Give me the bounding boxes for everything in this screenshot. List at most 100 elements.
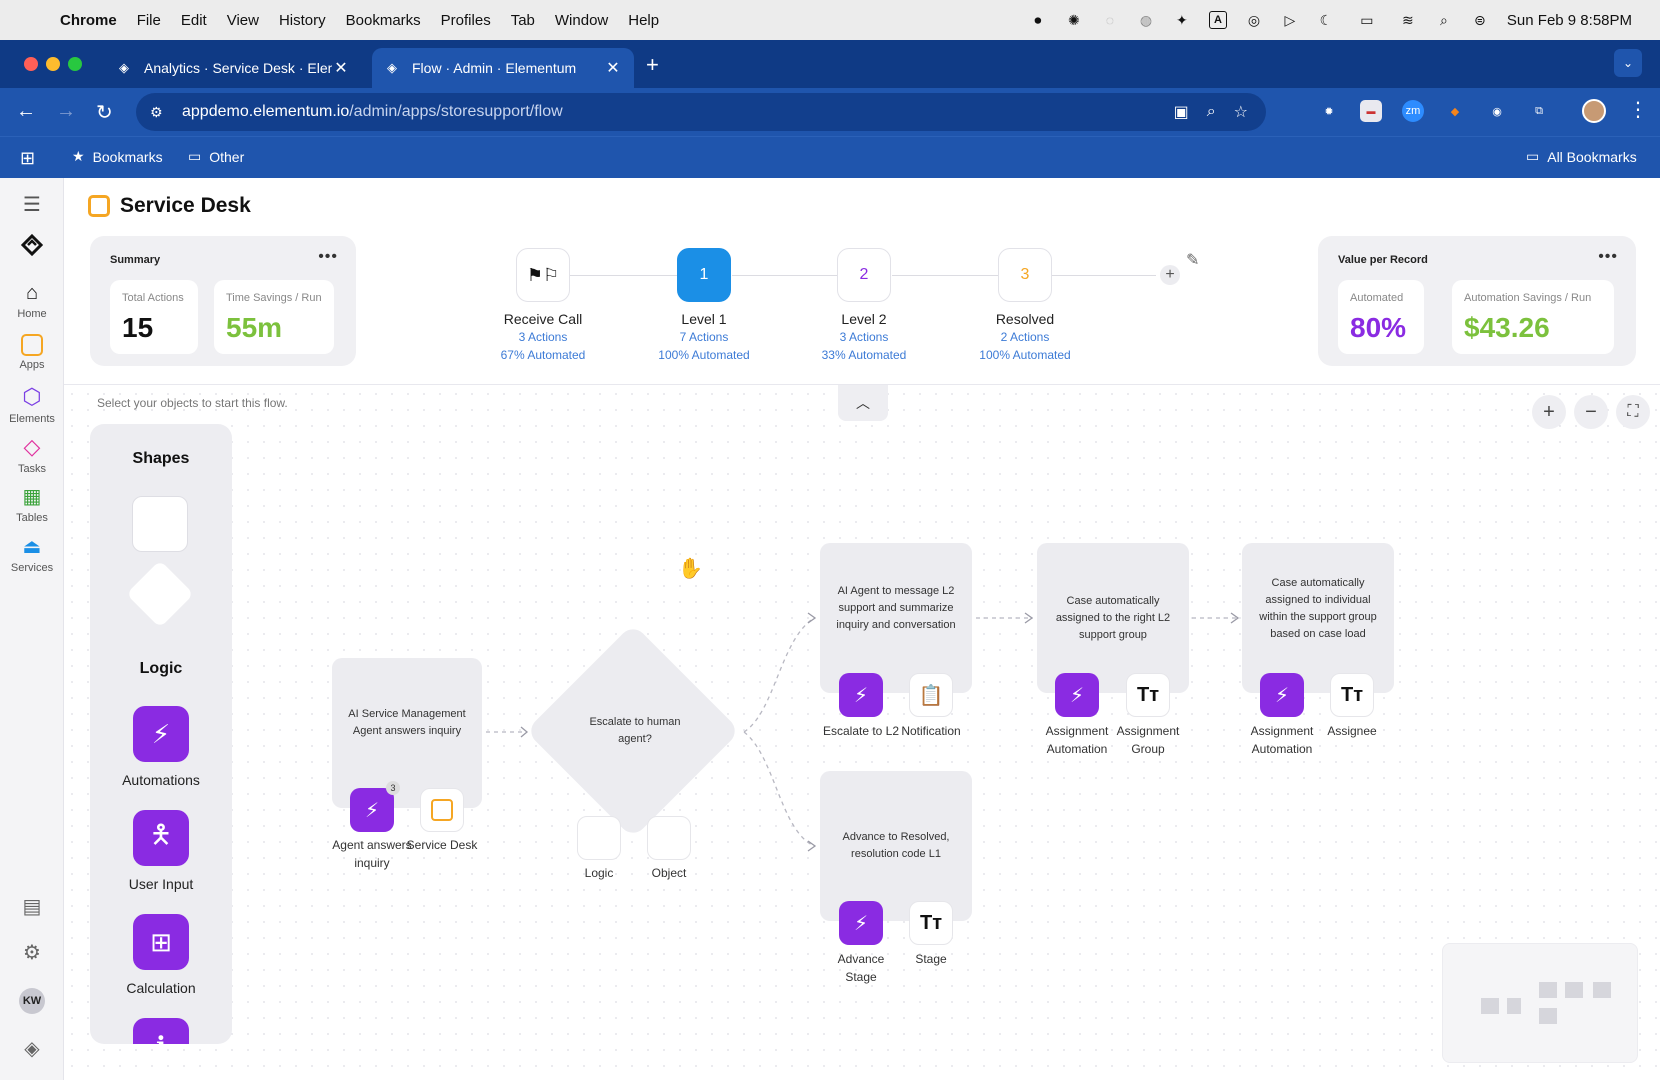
extension-gear-icon[interactable]: ✹	[1318, 100, 1340, 122]
user-avatar[interactable]: KW	[0, 988, 64, 1014]
bookmark-other[interactable]: ▭ Other	[188, 148, 244, 165]
install-app-icon[interactable]: ▣	[1174, 102, 1189, 122]
menu-edit[interactable]: Edit	[181, 12, 207, 29]
minimap[interactable]	[1442, 943, 1638, 1063]
square-shape-tool[interactable]	[132, 496, 188, 552]
zoom-icon[interactable]: ⌕	[1207, 103, 1216, 121]
wifi-icon[interactable]: ≋	[1399, 11, 1417, 29]
extension-card-icon[interactable]: ▬	[1360, 100, 1382, 122]
sidebar-item-elements[interactable]: ⬡ Elements	[0, 384, 64, 425]
logic-slot-icon[interactable]	[577, 816, 621, 860]
back-icon[interactable]: ←	[16, 100, 36, 123]
lightning-icon[interactable]: ⚡	[839, 901, 883, 945]
object-slot-icon[interactable]	[647, 816, 691, 860]
stage-actions-link[interactable]: 3 Actions	[789, 330, 939, 344]
menu-app-name[interactable]: Chrome	[60, 12, 117, 29]
stage-level-1[interactable]: 1 Level 1 7 Actions 100% Automated	[629, 248, 779, 362]
zoom-in-button[interactable]: +	[1532, 395, 1566, 429]
zoom-out-button[interactable]: −	[1574, 395, 1608, 429]
focus-icon[interactable]: ◎	[1245, 11, 1263, 29]
globe-icon[interactable]: ◍	[1137, 11, 1155, 29]
fit-view-button[interactable]: ⛶	[1616, 395, 1650, 429]
extension-shield-icon[interactable]: ◉	[1486, 100, 1508, 122]
magic-wand-icon[interactable]: ✎	[1186, 250, 1199, 270]
text-type-icon[interactable]: Tт	[1330, 673, 1374, 717]
stage-actions-link[interactable]: 3 Actions	[468, 330, 618, 344]
menu-profiles[interactable]: Profiles	[441, 12, 491, 29]
next-tool-partial[interactable]: ℹ	[90, 1018, 232, 1044]
user-input-tool[interactable]: 🯅 User Input	[90, 810, 232, 892]
calculation-tool[interactable]: ⊞ Calculation	[90, 914, 232, 996]
sidebar-item-apps[interactable]: Apps	[0, 334, 64, 371]
lightning-icon[interactable]: ⚡	[350, 788, 394, 832]
menu-history[interactable]: History	[279, 12, 326, 29]
menu-help[interactable]: Help	[628, 12, 659, 29]
address-bar[interactable]: ⚙ appdemo.elementum.io /admin/apps/store…	[136, 93, 1266, 131]
store-icon[interactable]: ▤	[0, 894, 64, 919]
clipboard-icon[interactable]: 📋	[909, 673, 953, 717]
tab-close-icon[interactable]: ✕	[604, 58, 622, 78]
lightning-icon[interactable]: ⚡	[1260, 673, 1304, 717]
loader-icon[interactable]: ◌	[1101, 11, 1119, 29]
apps-grid-icon[interactable]: ⊞	[20, 148, 35, 169]
sidebar-item-tasks[interactable]: ◇ Tasks	[0, 434, 64, 475]
flow-node-advance-resolved[interactable]: Advance to Resolved, resolution code L1	[820, 771, 972, 921]
new-tab-button[interactable]: +	[646, 52, 659, 78]
moon-icon[interactable]: ☾	[1317, 11, 1335, 29]
tab-flow[interactable]: ◈ Flow · Admin · Elementum ✕	[372, 48, 634, 88]
sidebar-item-tables[interactable]: ▦ Tables	[0, 484, 64, 524]
menu-clock[interactable]: Sun Feb 9 8:58PM	[1507, 12, 1632, 29]
flow-node-escalate-l2[interactable]: AI Agent to message L2 support and summa…	[820, 543, 972, 693]
bookmark-bookmarks[interactable]: ★ Bookmarks	[72, 148, 163, 165]
profile-avatar[interactable]	[1582, 99, 1606, 123]
menu-view[interactable]: View	[227, 12, 259, 29]
tab-search-button[interactable]: ⌄	[1614, 49, 1642, 77]
menu-file[interactable]: File	[137, 12, 161, 29]
site-settings-icon[interactable]: ⚙	[150, 104, 170, 121]
record-icon[interactable]: ⏺	[1029, 11, 1047, 29]
text-type-icon[interactable]: Tт	[909, 901, 953, 945]
reload-icon[interactable]: ↻	[96, 100, 113, 125]
collapse-header-button[interactable]: ︿	[838, 385, 888, 421]
tab-close-icon[interactable]: ✕	[332, 58, 350, 78]
menu-tab[interactable]: Tab	[511, 12, 535, 29]
openai-icon[interactable]: ✺	[1065, 11, 1083, 29]
automations-tool[interactable]: ⚡ Automations	[90, 706, 232, 788]
flow-node-assignment-group[interactable]: Case automatically assigned to the right…	[1037, 543, 1189, 693]
bookmark-all[interactable]: ▭ All Bookmarks	[1526, 148, 1637, 165]
sidebar-item-services[interactable]: ⏏ Services	[0, 534, 64, 574]
forward-icon[interactable]: →	[56, 100, 76, 123]
diamond-shape-tool[interactable]	[126, 560, 194, 628]
control-center-icon[interactable]: ⊜	[1471, 11, 1489, 29]
elementum-logo[interactable]	[0, 234, 64, 259]
add-stage-icon[interactable]: +	[1160, 265, 1180, 285]
sidebar-item-home[interactable]: ⌂ Home	[0, 282, 64, 320]
spotlight-search-icon[interactable]: ⌕	[1435, 11, 1453, 29]
zoom-extension-icon[interactable]: zm	[1402, 100, 1424, 122]
flow-node-ai-agent[interactable]: AI Service Management Agent answers inqu…	[332, 658, 482, 808]
flow-node-assignee[interactable]: Case automatically assigned to individua…	[1242, 543, 1394, 693]
extensions-puzzle-icon[interactable]: ⧉	[1528, 100, 1550, 122]
stage-actions-link[interactable]: 2 Actions	[950, 330, 1100, 344]
lightning-icon[interactable]: ⚡	[1055, 673, 1099, 717]
stage-receive-call[interactable]: ⚑⚐ Receive Call 3 Actions 67% Automated	[468, 248, 618, 362]
settings-gear-icon[interactable]: ⚙	[0, 940, 64, 965]
square-object-icon[interactable]	[420, 788, 464, 832]
sidebar-menu-button[interactable]: ☰	[0, 192, 64, 217]
menu-window[interactable]: Window	[555, 12, 608, 29]
summary-more-icon[interactable]: •••	[318, 248, 338, 266]
menu-bookmarks[interactable]: Bookmarks	[346, 12, 421, 29]
browser-menu-icon[interactable]: ⋮	[1628, 97, 1648, 122]
value-card-more-icon[interactable]: •••	[1598, 248, 1618, 266]
window-close-button[interactable]	[24, 57, 38, 71]
stage-level-2[interactable]: 2 Level 2 3 Actions 33% Automated	[789, 248, 939, 362]
keyboard-input-icon[interactable]: A	[1208, 11, 1227, 29]
stage-resolved[interactable]: 3 Resolved 2 Actions 100% Automated	[950, 248, 1100, 362]
lightning-icon[interactable]: ⚡	[839, 673, 883, 717]
play-icon[interactable]: ▷	[1281, 11, 1299, 29]
elementum-footer-logo-icon[interactable]: ◈	[0, 1036, 64, 1061]
stage-actions-link[interactable]: 7 Actions	[629, 330, 779, 344]
text-type-icon[interactable]: Tт	[1126, 673, 1170, 717]
bookmark-star-icon[interactable]: ☆	[1234, 102, 1248, 122]
tab-analytics[interactable]: ◈ Analytics · Service Desk · Elementum ✕	[104, 48, 362, 88]
